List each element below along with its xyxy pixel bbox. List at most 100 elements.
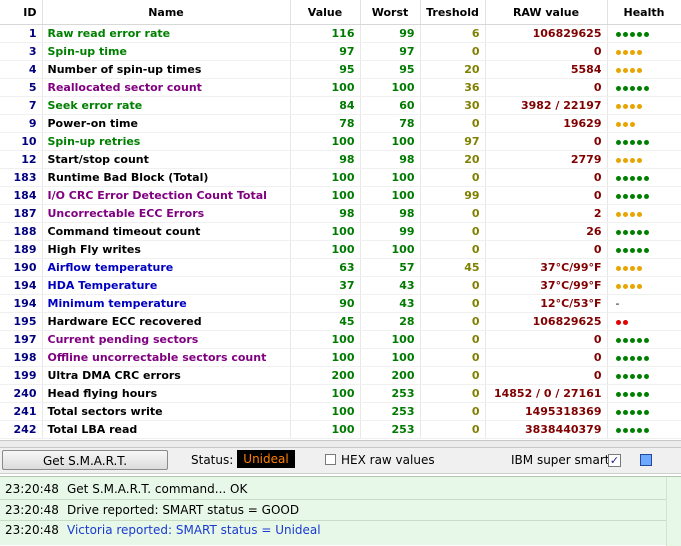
cell-raw-value: 26 [485,222,608,241]
get-smart-button[interactable]: Get S.M.A.R.T. [2,450,168,470]
cell-name: Spin-up retries [42,132,291,151]
cell-worst: 97 [360,42,421,61]
cell-value: 100 [290,78,361,97]
table-row[interactable]: 198 Offline uncorrectable sectors count 10… [0,348,681,367]
cell-id: 7 [0,96,43,115]
table-row[interactable]: 3 Spin-up time 97 97 0 0 [0,42,681,61]
table-row[interactable]: 188 Command timeout count 100 99 0 26 [0,222,681,241]
cell-value: 100 [290,168,361,187]
health-warn-dot-icon [622,49,628,55]
table-row[interactable]: 10 Spin-up retries 100 100 97 0 [0,132,681,151]
health-warn-dot-icon [622,157,628,163]
table-row[interactable]: 4 Number of spin-up times 95 95 20 5584 [0,60,681,79]
health-good-dot-icon [622,139,628,145]
column-header-id[interactable]: ID [0,0,43,25]
log-scrollbar[interactable] [666,477,681,546]
table-row[interactable]: 12 Start/stop count 98 98 20 2779 [0,150,681,169]
cell-name: Ultra DMA CRC errors [42,366,291,385]
table-row[interactable]: 187 Uncorrectable ECC Errors 98 98 0 2 [0,204,681,223]
log-line: 23:20:48 Victoria reported: SMART status … [5,521,321,539]
health-warn-dot-icon [615,211,621,217]
column-header-raw-value[interactable]: RAW value [485,0,608,25]
health-good-dot-icon [643,175,649,181]
hex-raw-values-checkbox[interactable] [325,454,336,465]
column-header-value[interactable]: Value [290,0,361,25]
cell-name: Uncorrectable ECC Errors [42,204,291,223]
cell-worst: 43 [360,276,421,295]
column-header-health[interactable]: Health [607,0,681,25]
color-indicator-icon[interactable] [640,454,652,466]
cell-worst: 100 [360,132,421,151]
cell-worst: 253 [360,420,421,439]
health-warn-dot-icon [636,157,642,163]
table-row[interactable]: 189 High Fly writes 100 100 0 0 [0,240,681,259]
health-good-dot-icon [615,391,621,397]
cell-threshold: 97 [420,132,486,151]
cell-name: Reallocated sector count [42,78,291,97]
log-time: 23:20:48 [5,523,59,537]
ibm-super-smart-checkbox[interactable]: ✓ [608,454,621,467]
table-row[interactable]: 184 I/O CRC Error Detection Count Total 10… [0,186,681,205]
health-good-dot-icon [643,85,649,91]
hex-raw-values-label[interactable]: HEX raw values [341,453,435,467]
health-warn-dot-icon [615,67,621,73]
table-row[interactable]: 194 Minimum temperature 90 43 0 12°C/53°F - [0,294,681,313]
cell-value: 84 [290,96,361,115]
cell-threshold: 45 [420,258,486,277]
table-row[interactable]: 9 Power-on time 78 78 0 19629 [0,114,681,133]
column-header-worst[interactable]: Worst [360,0,421,25]
cell-value: 100 [290,402,361,421]
cell-raw-value: 0 [485,240,608,259]
column-header-name[interactable]: Name [42,0,291,25]
cell-value: 78 [290,114,361,133]
table-row[interactable]: 1 Raw read error rate 116 99 6 106829625 [0,24,681,43]
cell-health [607,204,681,223]
cell-id: 183 [0,168,43,187]
table-row[interactable]: 7 Seek error rate 84 60 30 3982 / 22197 [0,96,681,115]
cell-worst: 57 [360,258,421,277]
cell-health [607,132,681,151]
health-good-dot-icon [615,337,621,343]
table-row[interactable]: 194 HDA Temperature 37 43 0 37°C/99°F [0,276,681,295]
cell-threshold: 30 [420,96,486,115]
table-row[interactable]: 5 Reallocated sector count 100 100 36 0 [0,78,681,97]
cell-name: Start/stop count [42,150,291,169]
health-good-dot-icon [636,85,642,91]
cell-threshold: 0 [420,276,486,295]
cell-threshold: 0 [420,42,486,61]
toolbar: Get S.M.A.R.T. Status: Unideal HEX raw v… [0,448,681,474]
cell-worst: 98 [360,204,421,223]
cell-health [607,60,681,79]
table-row[interactable]: 197 Current pending sectors 100 100 0 0 [0,330,681,349]
column-header-threshold[interactable]: Treshold [420,0,486,25]
cell-threshold: 0 [420,420,486,439]
table-row[interactable]: 195 Hardware ECC recovered 45 28 0 106829625 [0,312,681,331]
cell-id: 199 [0,366,43,385]
health-good-dot-icon [622,193,628,199]
table-row[interactable]: 183 Runtime Bad Block (Total) 100 100 0 0 [0,168,681,187]
table-row[interactable]: 199 Ultra DMA CRC errors 200 200 0 0 [0,366,681,385]
cell-id: 241 [0,402,43,421]
cell-health [607,384,681,403]
health-warn-dot-icon [622,283,628,289]
table-row[interactable]: 242 Total LBA read 100 253 0 3838440379 [0,420,681,439]
health-warn-dot-icon [629,49,635,55]
cell-worst: 98 [360,150,421,169]
splitter[interactable] [0,440,681,448]
table-row[interactable]: 240 Head flying hours 100 253 0 14852 / 0 / 2… [0,384,681,403]
cell-threshold: 0 [420,384,486,403]
health-good-dot-icon [636,391,642,397]
table-row[interactable]: 241 Total sectors write 100 253 0 1495318369 [0,402,681,421]
log-panel: 23:20:48 Get S.M.A.R.T. command... OK 23:… [0,476,681,546]
table-row[interactable]: 190 Airflow temperature 63 57 45 37°C/99°F [0,258,681,277]
cell-health [607,114,681,133]
cell-name: Offline uncorrectable sectors count [42,348,291,367]
ibm-super-smart-label[interactable]: IBM super smart: [511,453,614,467]
cell-worst: 253 [360,384,421,403]
health-warn-dot-icon [629,157,635,163]
health-good-dot-icon [622,373,628,379]
cell-threshold: 99 [420,186,486,205]
cell-raw-value: 3838440379 [485,420,608,439]
health-good-dot-icon [636,427,642,433]
cell-name: Power-on time [42,114,291,133]
